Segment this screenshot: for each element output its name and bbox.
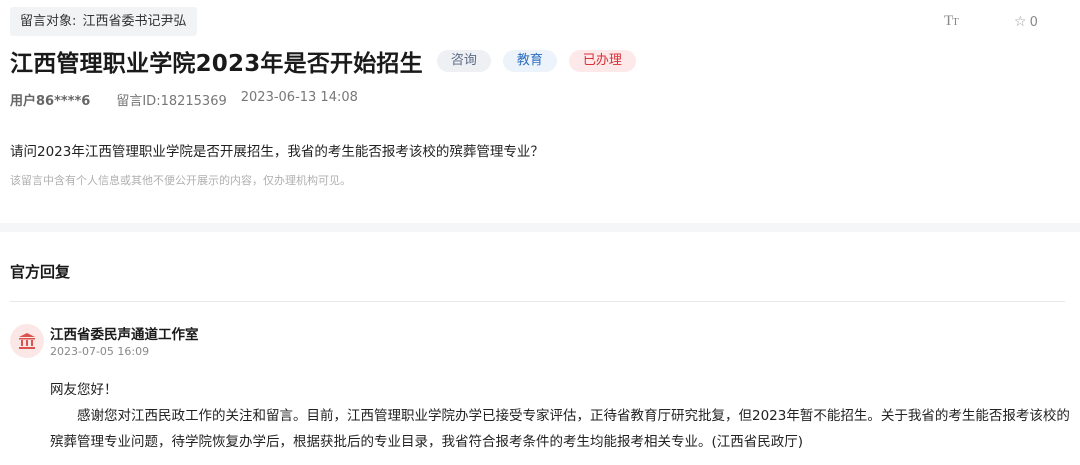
message-id: 留言ID:18215369 (116, 94, 227, 109)
tag-consult: 咨询 (436, 50, 491, 72)
reply-content: 感谢您对江西民政工作的关注和留言。目前，江西管理职业学院办学已接受专家评估，正待… (50, 408, 1070, 450)
privacy-note: 该留言中含有个人信息或其他不便公开展示的内容，仅办理机构可见。 (10, 174, 351, 187)
reply-heading: 官方回复 (10, 263, 71, 281)
message-meta: 用户86****6 留言ID:18215369 2023-06-13 14:08 (10, 90, 358, 109)
target-value: 江西省委书记尹弘 (82, 14, 187, 29)
user-name: 用户86****6 (10, 94, 91, 109)
message-target-tag: 留言对象: 江西省委书记尹弘 (10, 7, 197, 36)
status-badge: 已办理 (568, 50, 636, 72)
page-title: 江西管理职业学院2023年是否开始招生 (10, 51, 423, 77)
favorite-button[interactable]: ☆ 0 (1014, 14, 1038, 30)
government-building-icon (10, 324, 44, 358)
target-label: 留言对象 (20, 14, 73, 29)
star-icon: ☆ (1014, 14, 1027, 30)
question-text: 请问2023年江西管理职业学院是否开展招生，我省的考生能否报考该校的殡葬管理专业… (10, 144, 544, 160)
reply-body: 网友您好！ 感谢您对江西民政工作的关注和留言。目前，江西管理职业学院办学已接受专… (50, 377, 1070, 455)
section-separator (0, 223, 1080, 232)
tag-education: 教育 (502, 50, 557, 72)
divider (10, 301, 1065, 302)
title-row: 江西管理职业学院2023年是否开始招生 咨询 教育 已办理 (10, 44, 636, 78)
font-size-icon-small: T (952, 16, 959, 28)
reply-date: 2023-07-05 16:09 (50, 345, 150, 358)
reply-org-name: 江西省委民声通道工作室 (50, 327, 199, 343)
font-size-icon-large: T (944, 13, 953, 29)
message-date: 2023-06-13 14:08 (240, 90, 358, 105)
reply-greeting: 网友您好！ (50, 382, 118, 398)
favorite-count: 0 (1029, 14, 1038, 30)
font-size-button[interactable]: TT (944, 13, 959, 30)
